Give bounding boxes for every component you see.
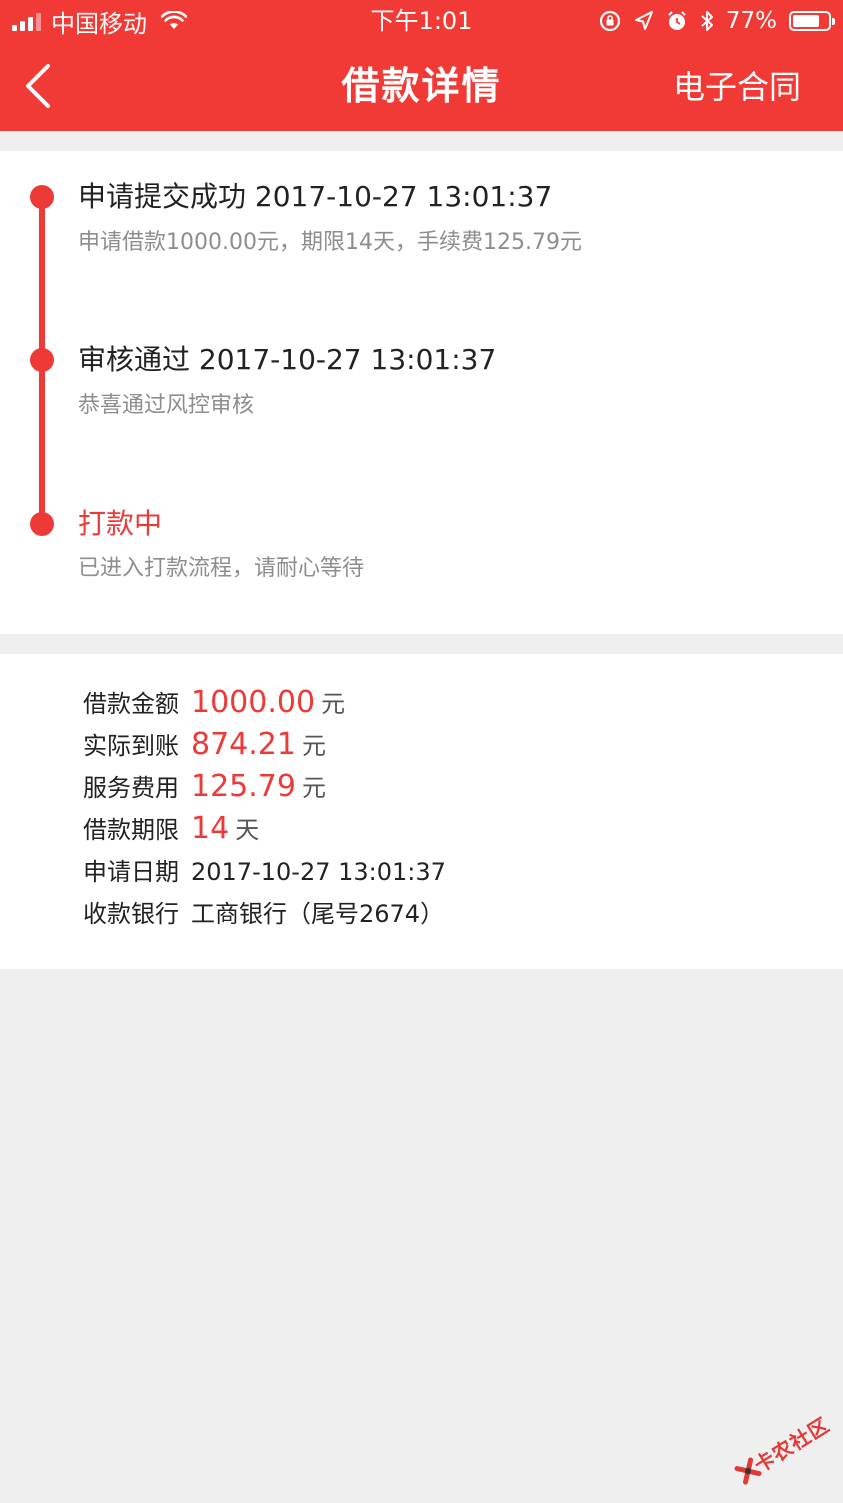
e-contract-button[interactable]: 电子合同	[673, 64, 801, 110]
watermark: 卡农社区	[718, 1391, 840, 1503]
battery-percent: 77%	[725, 8, 777, 34]
timeline-dot-submitted	[30, 185, 54, 209]
bluetooth-icon	[701, 11, 713, 31]
alarm-icon	[668, 11, 686, 30]
battery-icon	[789, 11, 835, 31]
receiving-bank-label: 收款银行	[83, 900, 179, 928]
received-amount-label: 实际到账	[83, 732, 179, 760]
apply-date-label: 申请日期	[83, 858, 179, 886]
status-bar: 中国移动 下午1:01 77%	[0, 0, 843, 44]
service-fee-unit: 元	[301, 774, 326, 802]
orientation-lock-icon	[599, 10, 620, 32]
loan-progress-timeline: 申请提交成功 2017-10-27 13:01:37 申请借款1000.00元，…	[0, 151, 843, 634]
apply-date-value: 2017-10-27 13:01:37	[191, 858, 446, 886]
detail-row-receiving-bank: 收款银行 工商银行（尾号2674）	[83, 894, 450, 934]
detail-row-apply-date: 申请日期 2017-10-27 13:01:37	[83, 852, 452, 892]
step-desc-submitted: 申请借款1000.00元，期限14天，手续费125.79元	[78, 230, 582, 255]
navigation-bar: 借款详情 电子合同	[0, 44, 843, 131]
watermark-text: 卡农社区	[749, 1412, 834, 1478]
step-title-approved: 审核通过 2017-10-27 13:01:37	[78, 343, 497, 376]
location-icon	[634, 11, 653, 30]
receiving-bank-value: 工商银行（尾号2674）	[191, 900, 445, 928]
received-amount-value: 874.21	[191, 727, 296, 762]
detail-row-loan-term: 借款期限 14 天	[83, 810, 259, 850]
step-title-submitted: 申请提交成功 2017-10-27 13:01:37	[78, 180, 553, 213]
step-title-disbursing: 打款中	[78, 507, 163, 540]
loan-details: 借款金额 1000.00 元 实际到账 874.21 元 服务费用 125.79…	[0, 654, 843, 969]
service-fee-value: 125.79	[191, 769, 296, 804]
timeline-dot-approved	[30, 348, 54, 372]
loan-term-value: 14	[191, 811, 230, 846]
loan-amount-value: 1000.00	[191, 685, 316, 720]
loan-term-unit: 天	[235, 816, 260, 844]
detail-row-received-amount: 实际到账 874.21 元	[83, 726, 326, 766]
loan-amount-label: 借款金额	[83, 690, 179, 718]
detail-row-loan-amount: 借款金额 1000.00 元	[83, 684, 345, 724]
detail-row-service-fee: 服务费用 125.79 元	[83, 768, 326, 808]
battery-fill	[793, 15, 820, 27]
loan-term-label: 借款期限	[83, 816, 179, 844]
app-header: 中国移动 下午1:01 77% 借款详情 电子合同	[0, 0, 843, 131]
step-desc-disbursing: 已进入打款流程，请耐心等待	[78, 556, 365, 581]
received-amount-unit: 元	[301, 732, 326, 760]
loan-amount-unit: 元	[321, 690, 346, 718]
service-fee-label: 服务费用	[83, 774, 179, 802]
step-desc-approved: 恭喜通过风控审核	[78, 393, 255, 418]
timeline-dot-disbursing	[30, 512, 54, 536]
status-right: 77%	[598, 6, 835, 36]
